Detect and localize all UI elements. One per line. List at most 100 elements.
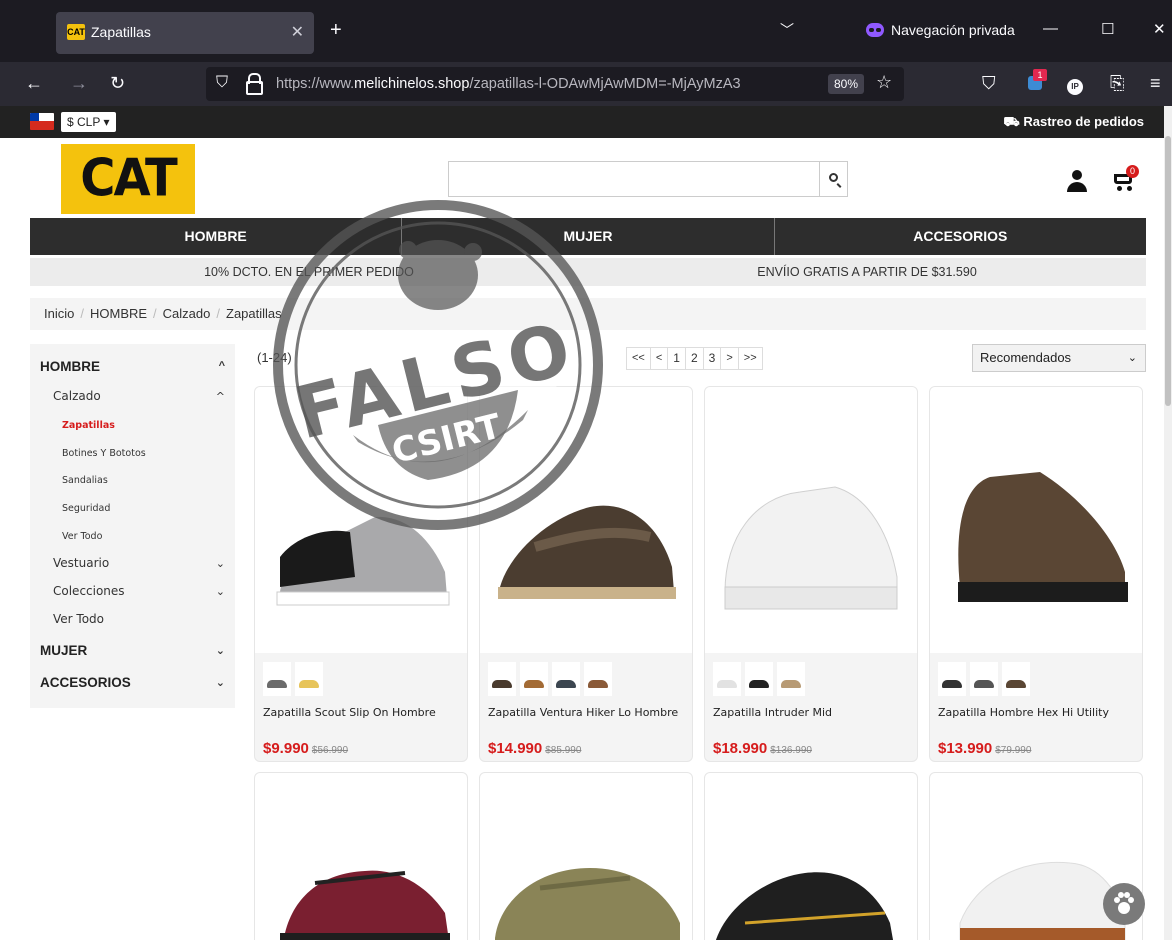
- sidebar-item[interactable]: Seguridad: [30, 499, 235, 517]
- product-name[interactable]: Zapatilla Hombre Hex Hi Utility: [938, 704, 1138, 721]
- close-icon[interactable]: ✕: [291, 22, 304, 42]
- sidebar-item[interactable]: HOMBRE ^: [30, 357, 235, 375]
- product-image[interactable]: [255, 387, 467, 653]
- color-swatch[interactable]: [520, 662, 548, 696]
- chevron-down-icon[interactable]: ⌄: [216, 557, 225, 570]
- color-swatch[interactable]: [263, 662, 291, 696]
- sidebar-item-label: Sandalias: [62, 474, 108, 486]
- promo-banner: 10% DCTO. EN EL PRIMER PEDIDO ENVÍIO GRA…: [30, 258, 1146, 286]
- sidebar-item[interactable]: MUJER ⌄: [30, 641, 235, 659]
- accessibility-button[interactable]: [1103, 883, 1145, 925]
- page-scrollbar[interactable]: [1164, 106, 1172, 940]
- minimize-icon[interactable]: —: [1043, 20, 1058, 37]
- chevron-down-icon[interactable]: ⌄: [216, 644, 225, 657]
- product-image[interactable]: [930, 387, 1142, 653]
- page-3[interactable]: 3: [704, 348, 722, 369]
- product-card[interactable]: [704, 772, 918, 940]
- chile-flag-icon[interactable]: [30, 113, 54, 130]
- cat-logo[interactable]: CAT: [61, 144, 195, 214]
- plus-icon[interactable]: +: [330, 20, 342, 40]
- sidebar-item[interactable]: Sandalias: [30, 471, 235, 489]
- sidebar-item[interactable]: Vestuario ⌄: [30, 554, 235, 572]
- window-close-icon[interactable]: ✕: [1153, 20, 1166, 38]
- search-input[interactable]: [449, 162, 819, 196]
- sidebar-item[interactable]: Calzado ^: [30, 387, 235, 405]
- product-image[interactable]: [705, 387, 917, 653]
- bookmark-star-icon[interactable]: ☆: [876, 72, 892, 93]
- nav-hombre[interactable]: HOMBRE: [30, 218, 403, 255]
- product-card[interactable]: [479, 772, 693, 940]
- breadcrumb-calzado[interactable]: Calzado: [163, 306, 211, 321]
- paw-icon: [1114, 892, 1134, 914]
- ip-extension-icon[interactable]: IP: [1067, 73, 1083, 95]
- menu-icon[interactable]: ≡: [1150, 73, 1161, 94]
- color-swatch[interactable]: [777, 662, 805, 696]
- shoe-image: [716, 872, 894, 940]
- color-swatch[interactable]: [970, 662, 998, 696]
- address-bar[interactable]: ⛉ https://www.melichinelos.shop/zapatill…: [206, 67, 904, 101]
- reload-icon[interactable]: ↻: [110, 73, 125, 94]
- forward-arrow-icon[interactable]: →: [70, 73, 88, 94]
- cart-icon[interactable]: 0: [1112, 165, 1140, 193]
- nav-mujer[interactable]: MUJER: [402, 218, 775, 255]
- chevron-up-icon[interactable]: ^: [216, 390, 225, 403]
- sidebar-item[interactable]: Colecciones ⌄: [30, 582, 235, 600]
- order-tracking-link[interactable]: ⛟ Rastreo de pedidos: [1003, 114, 1144, 132]
- extensions-puzzle-icon[interactable]: ⎘: [1110, 73, 1124, 94]
- color-swatch[interactable]: [295, 662, 323, 696]
- product-name[interactable]: Zapatilla Scout Slip On Hombre: [263, 704, 463, 721]
- chevron-down-icon[interactable]: ⌄: [216, 676, 225, 689]
- sidebar-item[interactable]: Zapatillas: [30, 416, 235, 434]
- page-last[interactable]: >>: [739, 348, 762, 369]
- pocket-icon[interactable]: ⛉: [982, 73, 996, 94]
- page-2[interactable]: 2: [686, 348, 704, 369]
- promo-discount: 10% DCTO. EN EL PRIMER PEDIDO: [204, 265, 414, 279]
- nav-accesorios[interactable]: ACCESORIOS: [775, 218, 1146, 255]
- color-swatch[interactable]: [713, 662, 741, 696]
- color-swatch[interactable]: [745, 662, 773, 696]
- scrollbar-thumb[interactable]: [1165, 136, 1171, 406]
- currency-selector[interactable]: $ CLP ▾: [61, 112, 116, 132]
- page-next[interactable]: >: [721, 348, 739, 369]
- chevron-down-icon[interactable]: ⌄: [216, 585, 225, 598]
- page-1[interactable]: 1: [668, 348, 686, 369]
- search-button[interactable]: [819, 162, 847, 196]
- color-swatch[interactable]: [1002, 662, 1030, 696]
- back-arrow-icon[interactable]: ←: [25, 73, 43, 94]
- sidebar-item[interactable]: Ver Todo: [30, 610, 235, 628]
- product-price: $14.990 $85.990: [488, 740, 582, 757]
- browser-tab[interactable]: CAT Zapatillas ✕: [56, 12, 314, 54]
- color-swatch[interactable]: [938, 662, 966, 696]
- sidebar-item[interactable]: Botines Y Bototos: [30, 444, 235, 462]
- color-swatch[interactable]: [488, 662, 516, 696]
- product-card[interactable]: Zapatilla Ventura Hiker Lo Hombre $14.990…: [479, 386, 693, 762]
- lock-icon[interactable]: [246, 73, 263, 95]
- breadcrumb-hombre[interactable]: HOMBRE: [90, 306, 147, 321]
- product-card[interactable]: Zapatilla Intruder Mid $18.990 $136.990: [704, 386, 918, 762]
- sidebar-item[interactable]: Ver Todo: [30, 527, 235, 545]
- product-image[interactable]: [480, 387, 692, 653]
- sidebar-item-label: Zapatillas: [62, 419, 115, 431]
- user-account-icon[interactable]: [1067, 170, 1087, 192]
- color-swatch[interactable]: [552, 662, 580, 696]
- page-first[interactable]: <<: [627, 348, 651, 369]
- chevron-up-icon[interactable]: ^: [219, 360, 225, 372]
- maximize-icon[interactable]: ☐: [1101, 20, 1114, 38]
- product-card[interactable]: [254, 772, 468, 940]
- shield-icon[interactable]: ⛉: [216, 74, 228, 92]
- breadcrumb-inicio[interactable]: Inicio: [44, 306, 74, 321]
- product-card[interactable]: Zapatilla Hombre Hex Hi Utility $13.990 $7…: [929, 386, 1143, 762]
- sidebar-item[interactable]: ACCESORIOS ⌄: [30, 673, 235, 691]
- page-prev[interactable]: <: [651, 348, 669, 369]
- sort-select[interactable]: Recomendados ⌄: [972, 344, 1146, 372]
- color-swatch[interactable]: [584, 662, 612, 696]
- product-name[interactable]: Zapatilla Intruder Mid: [713, 704, 913, 721]
- product-card[interactable]: Zapatilla Scout Slip On Hombre $9.990 $56.…: [254, 386, 468, 762]
- product-old-price: $79.990: [995, 745, 1032, 756]
- chevron-down-icon[interactable]: ﹀: [780, 20, 794, 40]
- url-text[interactable]: https://www.melichinelos.shop/zapatillas…: [276, 76, 816, 92]
- product-old-price: $136.990: [770, 745, 812, 756]
- zoom-level[interactable]: 80%: [828, 74, 865, 94]
- product-name[interactable]: Zapatilla Ventura Hiker Lo Hombre: [488, 704, 688, 721]
- extension-icon[interactable]: 1: [1028, 69, 1047, 90]
